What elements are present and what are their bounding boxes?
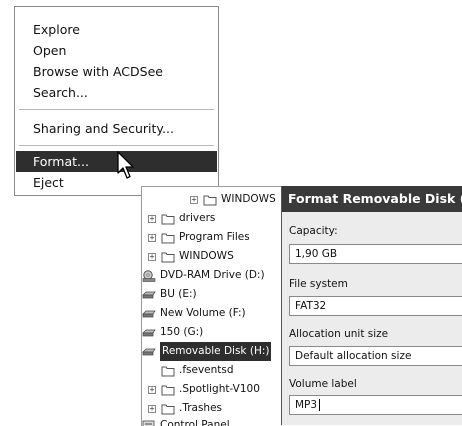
folder-icon	[161, 251, 175, 263]
tree-item-windows[interactable]: + WINDOWS	[148, 247, 234, 266]
menu-separator	[19, 145, 214, 146]
expand-icon[interactable]: +	[190, 196, 198, 204]
capacity-label: Capacity:	[289, 225, 338, 237]
tree-item-label: .fseventsd	[179, 361, 234, 380]
folder-icon	[203, 194, 217, 206]
tree-item-label: New Volume (F:)	[160, 304, 246, 323]
tree-item-fseventsd[interactable]: .fseventsd	[161, 361, 234, 380]
file-system-label: File system	[289, 278, 348, 290]
tree-item-new-volume[interactable]: New Volume (F:)	[142, 304, 246, 323]
control-panel-icon	[142, 420, 156, 426]
menu-item-browse-acdsee[interactable]: Browse with ACDSee	[16, 61, 217, 82]
folder-icon	[161, 232, 175, 244]
tree-item-label: Program Files	[179, 228, 250, 247]
drive-icon	[142, 327, 156, 339]
folder-icon	[161, 365, 175, 377]
tree-item-label: drivers	[179, 209, 215, 228]
tree-item-program-files[interactable]: + Program Files	[148, 228, 250, 247]
tree-item-removable-disk[interactable]: Removable Disk (H:)	[142, 342, 271, 361]
dvd-drive-icon	[142, 270, 156, 282]
tree-item-drivers[interactable]: + drivers	[148, 209, 215, 228]
drive-icon	[142, 346, 156, 358]
tree-item-150[interactable]: 150 (G:)	[142, 323, 203, 342]
expand-icon[interactable]: +	[148, 253, 156, 261]
tree-item-label: DVD-RAM Drive (D:)	[160, 266, 265, 285]
menu-item-search[interactable]: Search...	[16, 82, 217, 103]
expand-icon[interactable]: +	[148, 234, 156, 242]
tree-item-label: Removable Disk (H:)	[160, 342, 271, 361]
allocation-unit-label: Allocation unit size	[289, 328, 388, 340]
menu-separator	[19, 109, 214, 110]
volume-label-label: Volume label	[289, 378, 357, 390]
drive-icon	[142, 289, 156, 301]
text-caret	[319, 399, 320, 411]
drive-icon	[142, 308, 156, 320]
capacity-select[interactable]: 1,90 GB	[289, 244, 462, 264]
volume-label-input[interactable]: MP3	[289, 395, 462, 415]
folder-icon	[161, 384, 175, 396]
tree-item-bu[interactable]: BU (E:)	[142, 285, 197, 304]
tree-item-label: WINDOWS	[221, 190, 276, 209]
menu-item-explore[interactable]: Explore	[16, 19, 217, 40]
allocation-unit-select[interactable]: Default allocation size	[289, 346, 462, 366]
folder-tree: + WINDOWS + drivers + Program Files + WI…	[141, 186, 282, 426]
mouse-pointer-icon	[116, 151, 138, 181]
tree-item-dvd-drive[interactable]: DVD-RAM Drive (D:)	[142, 266, 265, 285]
menu-item-sharing-security[interactable]: Sharing and Security...	[16, 118, 217, 139]
tree-item-windows-top[interactable]: + WINDOWS	[190, 190, 276, 209]
expand-icon[interactable]: +	[148, 386, 156, 394]
tree-item-label: BU (E:)	[160, 285, 197, 304]
expand-icon[interactable]: +	[148, 215, 156, 223]
expand-icon[interactable]: +	[148, 405, 156, 413]
folder-icon	[161, 403, 175, 415]
tree-item-label: .Spotlight-V100	[179, 380, 260, 399]
menu-item-open[interactable]: Open	[16, 40, 217, 61]
format-dialog: Format Removable Disk (H: Capacity: 1,90…	[281, 186, 462, 425]
dialog-title[interactable]: Format Removable Disk (H:	[282, 186, 462, 212]
volume-label-value: MP3	[295, 399, 317, 411]
tree-item-spotlight[interactable]: + .Spotlight-V100	[148, 380, 260, 399]
file-system-select[interactable]: FAT32	[289, 296, 462, 316]
tree-item-label: 150 (G:)	[160, 323, 203, 342]
folder-icon	[161, 213, 175, 225]
tree-item-label: WINDOWS	[179, 247, 234, 266]
